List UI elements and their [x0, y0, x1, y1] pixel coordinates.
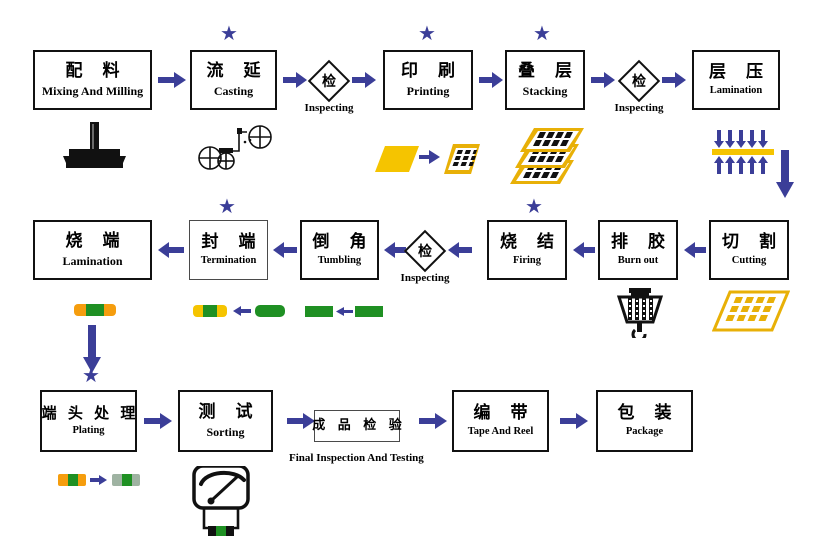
step-label-cn: 流 延	[206, 60, 268, 81]
star-marker-plating: ★	[82, 363, 100, 387]
step-box-burn-out[interactable]: 排 胶 Burn out	[598, 220, 678, 280]
flow-arrow-left	[273, 242, 297, 258]
step-label-cn: 层 压	[709, 61, 770, 82]
yellow-terminated-chip-icon	[193, 303, 285, 319]
step-label-cn: 倒 角	[312, 231, 374, 252]
screen-printing-sheet-icon	[375, 140, 480, 180]
flow-arrow-right	[479, 72, 503, 88]
step-label-en: Tape And Reel	[467, 426, 534, 438]
inspection-glyph-cn: 检	[632, 74, 646, 90]
step-box-printing[interactable]: 印 刷 Printing	[383, 50, 473, 110]
step-label-cn: 成 品 检 验	[312, 418, 406, 434]
flow-arrow-right	[419, 413, 447, 429]
step-label-en: Sorting	[206, 424, 245, 439]
step-label-en: Stacking	[522, 83, 568, 98]
flow-arrow-right	[283, 72, 307, 88]
step-label-cn: 烧 结	[500, 231, 561, 252]
step-box-mixing-and-milling[interactable]: 配 料 Mixing And Milling	[33, 50, 152, 110]
step-label-cn: 包 装	[617, 402, 679, 423]
step-label-cn: 烧 端	[65, 230, 127, 251]
ball-mill-icon	[57, 122, 131, 170]
star-marker-firing: ★	[525, 194, 543, 218]
step-label-cn: 排 胶	[611, 231, 672, 252]
step-label-en: Casting	[213, 83, 254, 98]
inspection-node-3[interactable]: 检 Inspecting	[401, 229, 449, 284]
green-chip-pair-icon	[305, 305, 383, 319]
step-box-package[interactable]: 包 装 Package	[596, 390, 693, 452]
step-box-sorting[interactable]: 测 试 Sorting	[178, 390, 273, 452]
tape-casting-rollers-icon	[195, 120, 275, 175]
step-box-lamination[interactable]: 层 压 Lamination	[692, 50, 780, 110]
step-label-cn: 配 料	[65, 60, 127, 81]
step-box-final-inspection[interactable]: 成 品 检 验	[312, 410, 402, 442]
step-label-cn: 印 刷	[401, 60, 462, 81]
inspection-label-en: Inspecting	[400, 272, 450, 284]
step-label-cn: 端 头 处 理	[41, 403, 139, 422]
star-marker-printing: ★	[418, 21, 436, 45]
step-label-en: Plating	[72, 425, 105, 437]
plated-chip-icon	[58, 472, 143, 488]
flow-arrow-left	[384, 242, 406, 258]
flow-arrow-down	[775, 150, 795, 198]
orange-terminated-chip-icon	[74, 303, 116, 317]
final-inspection-caption: Final Inspection And Testing	[289, 452, 424, 464]
flow-arrow-right	[591, 72, 615, 88]
stacked-sheets-icon	[508, 126, 588, 192]
flow-arrow-left	[573, 242, 595, 258]
step-box-sintering[interactable]: 烧 结 Firing	[487, 220, 567, 280]
flow-arrow-right	[158, 72, 186, 88]
step-label-en: Tumbling	[317, 255, 362, 267]
inspection-node-2[interactable]: 检 Inspecting	[615, 59, 663, 114]
step-box-plating[interactable]: 端 头 处 理 Plating	[40, 390, 137, 452]
test-meter-icon	[186, 466, 262, 544]
star-marker-stacking: ★	[533, 21, 551, 45]
process-flow-diagram: ★ ★ ★ 配 料 Mixing And Milling 流 延 Casting…	[0, 0, 832, 554]
flow-arrow-right	[662, 72, 686, 88]
step-box-cutting[interactable]: 切 割 Cutting	[709, 220, 789, 280]
star-marker-casting: ★	[220, 21, 238, 45]
flow-arrow-right	[144, 413, 172, 429]
inspection-glyph-cn: 检	[418, 244, 432, 260]
step-label-cn: 测 试	[198, 401, 260, 422]
step-box-stacking[interactable]: 叠 层 Stacking	[505, 50, 585, 110]
step-box-firing-termination[interactable]: 烧 端 Lamination	[33, 220, 152, 280]
step-label-cn: 叠 层	[518, 60, 579, 81]
inspection-glyph-cn: 检	[322, 74, 336, 90]
press-arrows-icon	[712, 128, 778, 176]
star-marker-termination: ★	[218, 194, 236, 218]
step-box-termination[interactable]: 封 端 Termination	[189, 220, 268, 280]
step-label-en: Package	[625, 426, 664, 438]
step-label-en: Lamination	[709, 85, 763, 97]
step-box-tape-and-reel[interactable]: 编 带 Tape And Reel	[452, 390, 549, 452]
step-label-cn: 编 带	[473, 402, 535, 423]
step-label-cn: 封 端	[201, 231, 263, 252]
step-label-en: Firing	[513, 255, 541, 267]
step-box-casting[interactable]: 流 延 Casting	[190, 50, 277, 110]
step-label-en: Termination	[200, 255, 257, 267]
step-label-cn: 切 割	[722, 231, 783, 252]
step-label-en: Mixing And Milling	[41, 83, 144, 98]
kiln-rack-icon	[615, 288, 665, 338]
inspection-label-en: Inspecting	[304, 102, 354, 114]
step-label-en: Cutting	[731, 255, 767, 267]
diced-sheet-grid-icon	[712, 290, 790, 332]
flow-arrow-left	[684, 242, 706, 258]
step-label-en: Lamination	[62, 253, 123, 268]
flow-arrow-right	[352, 72, 376, 88]
inspection-label-en: Inspecting	[614, 102, 664, 114]
flow-arrow-left	[448, 242, 472, 258]
step-label-en: Burn out	[617, 255, 659, 267]
flow-arrow-left	[158, 242, 184, 258]
step-label-en: Printing	[406, 83, 450, 98]
inspection-node-1[interactable]: 检 Inspecting	[305, 59, 353, 114]
flow-arrow-right	[560, 413, 588, 429]
step-box-tumbling[interactable]: 倒 角 Tumbling	[300, 220, 379, 280]
